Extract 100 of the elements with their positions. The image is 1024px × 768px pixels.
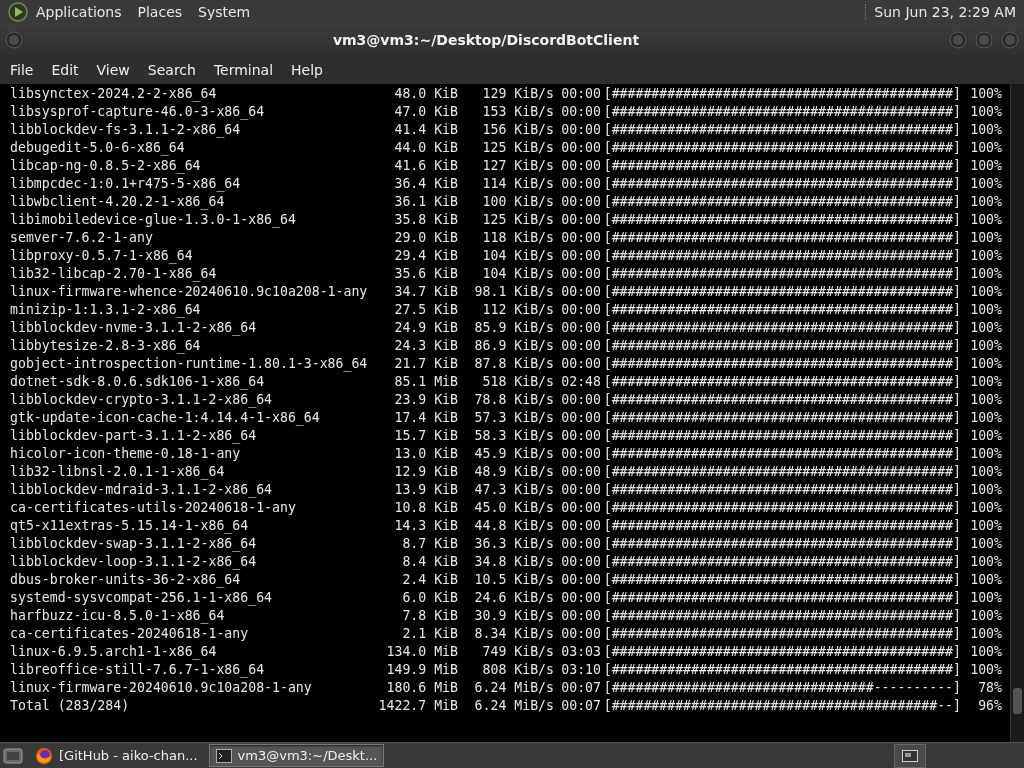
package-name: qt5-x11extras-5.15.14-1-x86_64 <box>10 517 250 535</box>
progress-bar-text: [###########################################] <box>602 211 961 229</box>
package-name: harfbuzz-icu-8.5.0-1-x86_64 <box>10 607 226 625</box>
menu-item[interactable]: View <box>88 62 138 78</box>
file-size: 13.9 KiB <box>393 481 458 499</box>
file-size: 44.0 KiB <box>393 139 458 157</box>
percent-text: 100% <box>969 247 1002 265</box>
menu-logo-icon[interactable] <box>8 2 28 22</box>
transfer-rate: 30.9 KiB/s <box>473 607 554 625</box>
package-name: libblockdev-loop-3.1.1-2-x86_64 <box>10 553 258 571</box>
terminal-icon <box>215 748 232 763</box>
window-control-icon[interactable] <box>949 31 967 49</box>
transfer-rate: 808 KiB/s <box>481 661 554 679</box>
menu-item[interactable]: Terminal <box>205 62 282 78</box>
file-size: 17.4 KiB <box>393 409 458 427</box>
transfer-rate: 100 KiB/s <box>481 193 554 211</box>
percent-text: 100% <box>969 589 1002 607</box>
percent-text: 100% <box>969 211 1002 229</box>
file-size: 48.0 KiB <box>393 85 458 103</box>
time-remaining: 00:00 <box>560 355 601 373</box>
percent-text: 96% <box>977 697 1002 715</box>
percent-text: 100% <box>969 139 1002 157</box>
transfer-rate: 6.24 MiB/s <box>473 679 554 697</box>
taskbar-button[interactable]: [GitHub - aiko-chan... <box>28 744 205 767</box>
menu-item[interactable]: Search <box>139 62 204 78</box>
time-remaining: 00:00 <box>560 229 601 247</box>
workspace-switcher[interactable] <box>894 743 926 768</box>
package-name: libblockdev-part-3.1.1-2-x86_64 <box>10 427 258 445</box>
menu-item[interactable]: File <box>2 62 42 78</box>
file-size: 12.9 KiB <box>393 463 458 481</box>
panel-menu[interactable]: Places <box>129 4 191 20</box>
scrollbar[interactable] <box>1010 84 1024 742</box>
progress-bar-text: [###########################################] <box>602 157 961 175</box>
file-size: 15.7 KiB <box>393 427 458 445</box>
package-name: libsysprof-capture-46.0-3-x86_64 <box>10 103 266 121</box>
percent-text: 100% <box>969 409 1002 427</box>
window-control-icon[interactable] <box>5 31 23 49</box>
show-desktop-icon[interactable] <box>2 745 24 766</box>
time-remaining: 00:00 <box>560 625 601 643</box>
transfer-rate: 114 KiB/s <box>481 175 554 193</box>
panel-menu[interactable]: System <box>190 4 259 20</box>
transfer-rate: 112 KiB/s <box>481 301 554 319</box>
package-name: gtk-update-icon-cache-1:4.14.4-1-x86_64 <box>10 409 321 427</box>
time-remaining: 00:00 <box>560 283 601 301</box>
time-remaining: 00:00 <box>560 85 601 103</box>
transfer-rate: 6.24 MiB/s <box>473 697 554 715</box>
file-size: 180.6 MiB <box>385 679 458 697</box>
percent-text: 100% <box>969 445 1002 463</box>
percent-text: 100% <box>969 607 1002 625</box>
package-name: semver-7.6.2-1-any <box>10 229 154 247</box>
package-name: dotnet-sdk-8.0.6.sdk106-1-x86_64 <box>10 373 266 391</box>
scrollbar-thumb[interactable] <box>1013 688 1022 714</box>
panel-menu[interactable]: Applications <box>28 4 130 20</box>
time-remaining: 00:00 <box>560 427 601 445</box>
progress-bar-text: [###########################################] <box>602 121 961 139</box>
progress-bar-text: [###########################################] <box>602 535 961 553</box>
taskbar-button[interactable]: vm3@vm3:~/Deskt... <box>208 744 385 767</box>
percent-text: 100% <box>969 643 1002 661</box>
package-name: linux-6.9.5.arch1-1-x86_64 <box>10 643 218 661</box>
percent-text: 100% <box>969 193 1002 211</box>
progress-bar-text: [###########################################] <box>602 373 961 391</box>
transfer-rate: 153 KiB/s <box>481 103 554 121</box>
file-size: 24.9 KiB <box>393 319 458 337</box>
transfer-rate: 44.8 KiB/s <box>473 517 554 535</box>
progress-bar-text: [###########################################] <box>602 517 961 535</box>
time-remaining: 00:00 <box>560 463 601 481</box>
progress-bar-text: [###########################################] <box>602 391 961 409</box>
transfer-rate: 104 KiB/s <box>481 247 554 265</box>
window-control-icon[interactable] <box>975 31 993 49</box>
package-name: libwbclient-4.20.2-1-x86_64 <box>10 193 226 211</box>
time-remaining: 00:00 <box>560 571 601 589</box>
time-remaining: 00:00 <box>560 517 601 535</box>
time-remaining: 00:00 <box>560 607 601 625</box>
transfer-rate: 749 KiB/s <box>481 643 554 661</box>
time-remaining: 00:00 <box>560 247 601 265</box>
percent-text: 100% <box>969 85 1002 103</box>
time-remaining: 00:00 <box>560 319 601 337</box>
file-size: 29.0 KiB <box>393 229 458 247</box>
time-remaining: 00:00 <box>560 445 601 463</box>
menu-item[interactable]: Edit <box>43 62 87 78</box>
time-remaining: 00:00 <box>560 499 601 517</box>
package-name: minizip-1:1.3.1-2-x86_64 <box>10 301 202 319</box>
time-remaining: 00:00 <box>560 265 601 283</box>
clock[interactable]: Sun Jun 23, 2:29 AM <box>865 4 1020 20</box>
time-remaining: 00:00 <box>560 175 601 193</box>
time-remaining: 03:10 <box>560 661 601 679</box>
progress-bar-text: [###########################################] <box>602 661 961 679</box>
file-size: 47.0 KiB <box>393 103 458 121</box>
percent-text: 100% <box>969 625 1002 643</box>
package-name: libblockdev-swap-3.1.1-2-x86_64 <box>10 535 258 553</box>
window-control-icon[interactable] <box>1001 31 1019 49</box>
percent-text: 100% <box>969 373 1002 391</box>
transfer-rate: 48.9 KiB/s <box>473 463 554 481</box>
window-icon <box>902 749 918 762</box>
progress-bar-text: [###########################################] <box>602 193 961 211</box>
transfer-rate: 125 KiB/s <box>481 139 554 157</box>
package-name: libcap-ng-0.8.5-2-x86_64 <box>10 157 202 175</box>
percent-text: 100% <box>969 121 1002 139</box>
menu-item[interactable]: Help <box>283 62 331 78</box>
time-remaining: 00:00 <box>560 409 601 427</box>
